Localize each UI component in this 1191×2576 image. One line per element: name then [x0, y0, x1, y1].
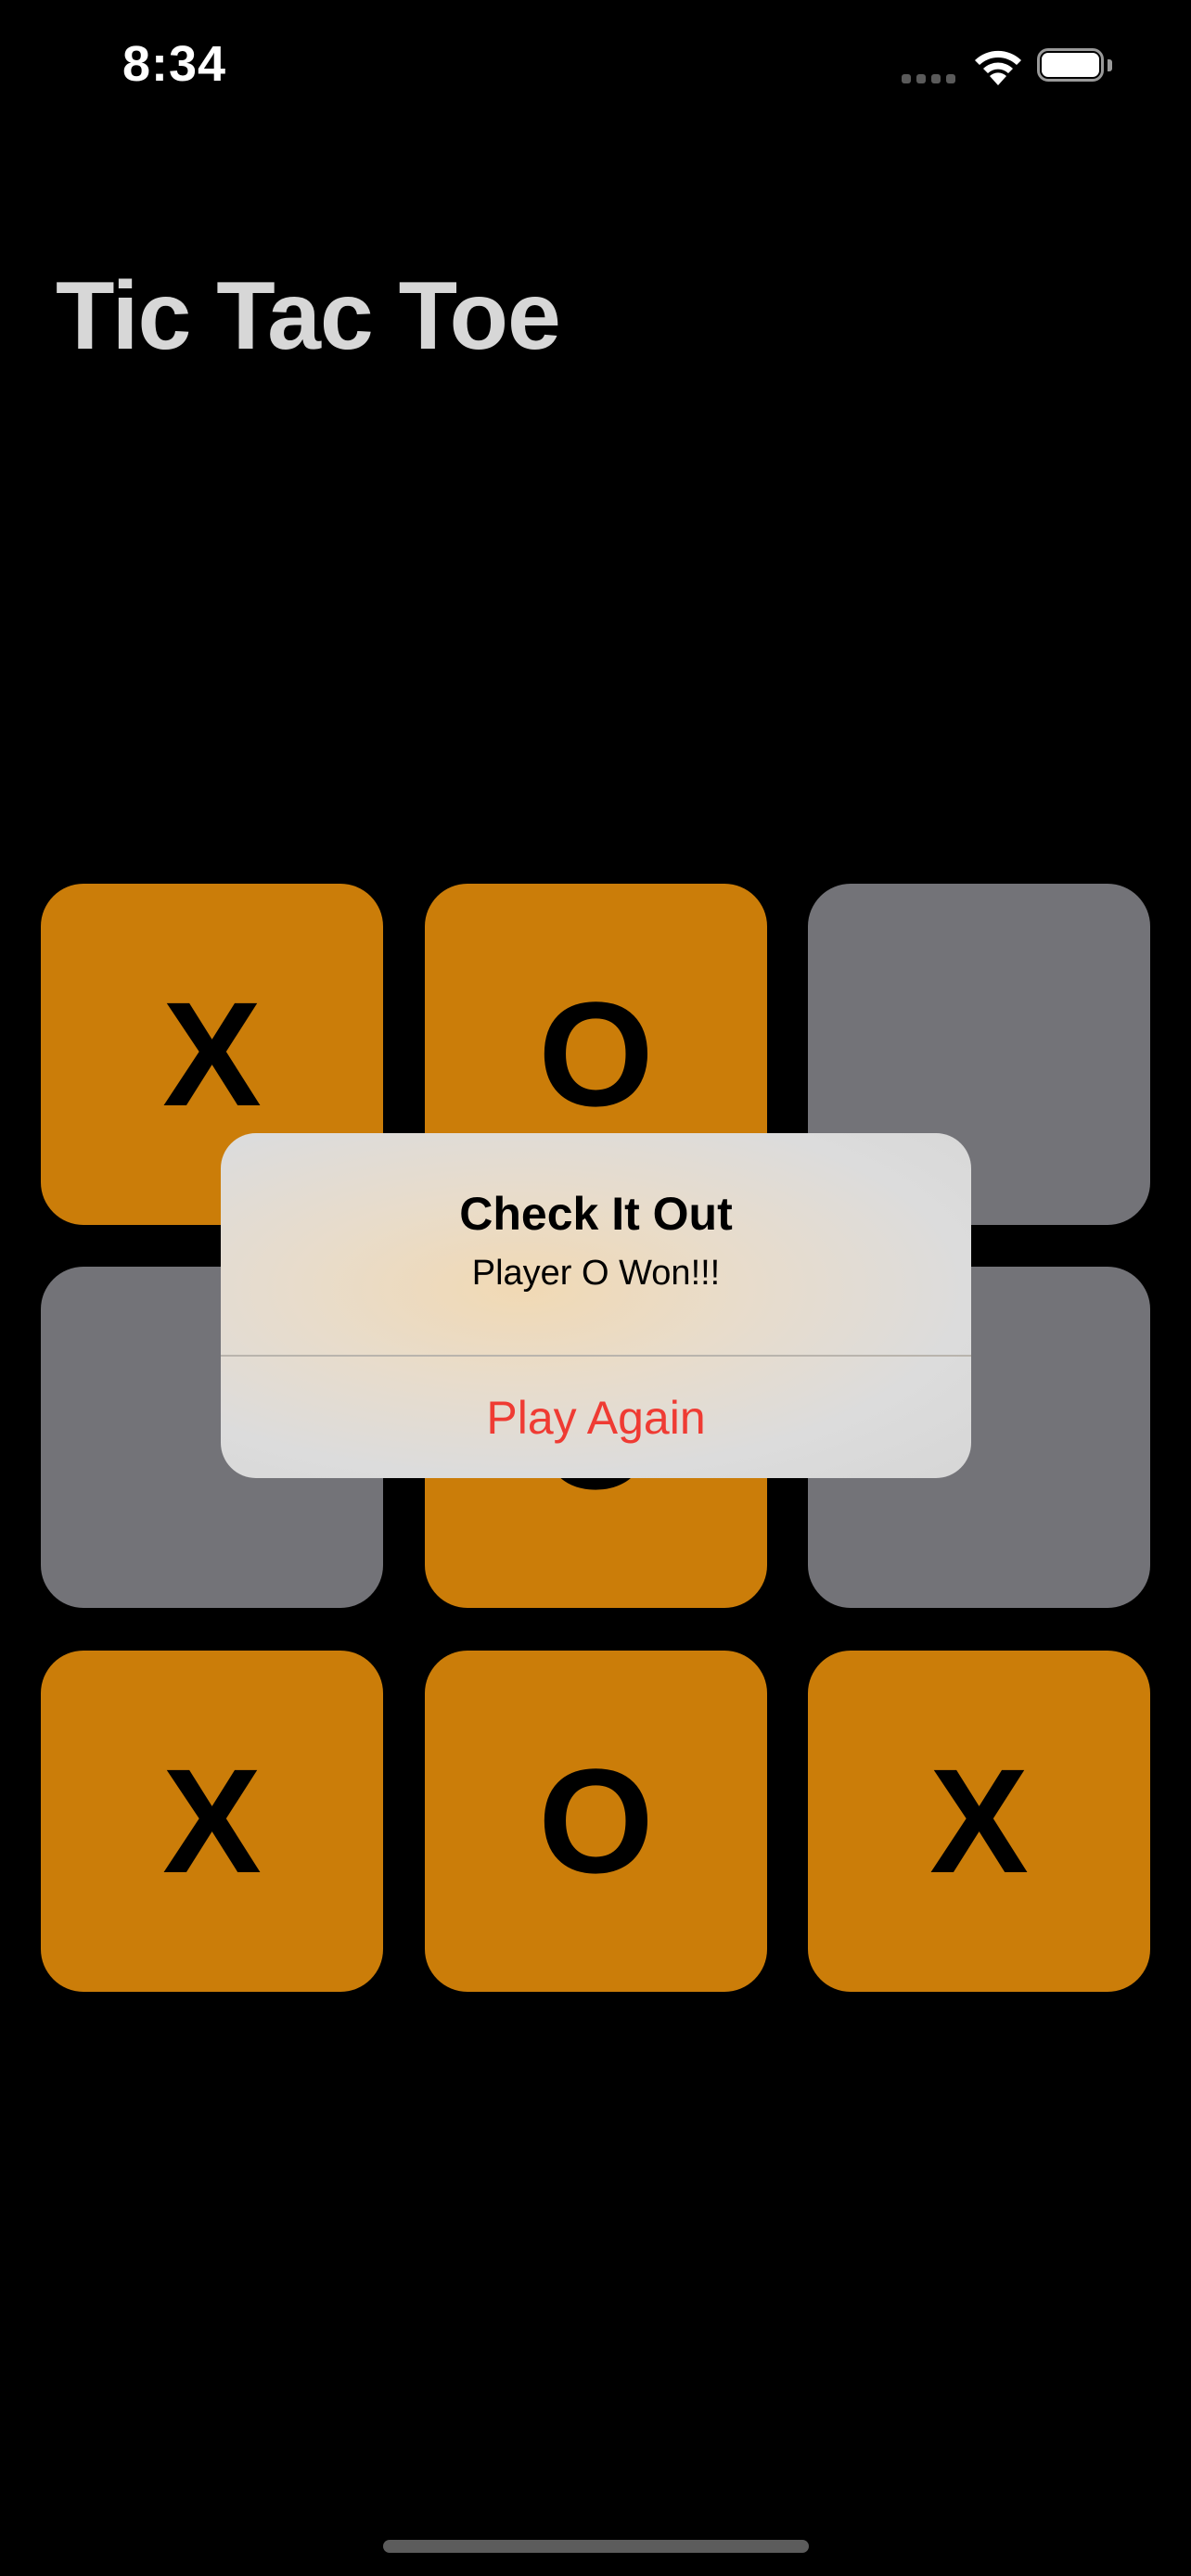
- alert-dialog: Check It Out Player O Won!!! Play Again: [221, 1133, 971, 1478]
- alert-message: Player O Won!!!: [471, 1254, 721, 1293]
- alert-title: Check It Out: [459, 1188, 733, 1240]
- home-indicator[interactable]: [383, 2540, 809, 2553]
- play-again-button[interactable]: Play Again: [221, 1357, 971, 1478]
